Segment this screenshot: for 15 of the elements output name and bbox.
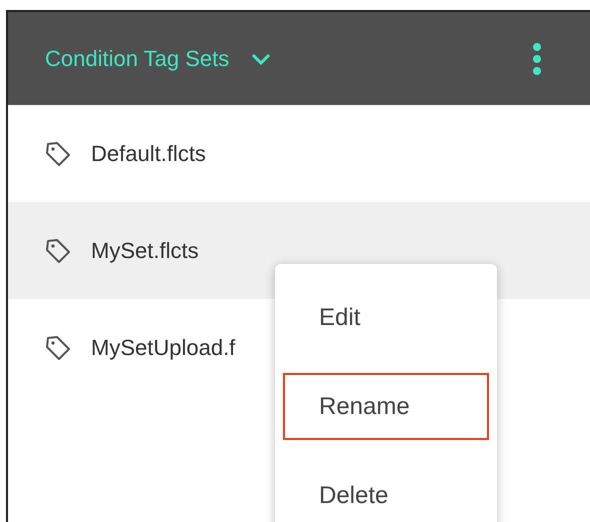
chevron-down-icon [251, 52, 272, 66]
tag-icon [45, 334, 71, 360]
title-dropdown[interactable]: Condition Tag Sets [45, 46, 272, 72]
menu-item[interactable]: Edit [283, 284, 489, 351]
more-menu-icon[interactable] [532, 42, 542, 76]
file-name: MySet.flcts [91, 238, 199, 264]
menu-item[interactable]: Delete [283, 462, 489, 522]
file-list-item[interactable]: Default.flcts [45, 140, 206, 166]
file-list-item[interactable]: MySetUpload.f [45, 334, 236, 360]
file-list-item[interactable]: MySet.flcts [45, 238, 199, 264]
menu-item[interactable]: Rename [283, 373, 489, 440]
file-name: Default.flcts [91, 140, 206, 166]
tag-icon [45, 238, 71, 264]
tag-icon [45, 140, 71, 166]
file-name: MySetUpload.f [91, 334, 236, 360]
